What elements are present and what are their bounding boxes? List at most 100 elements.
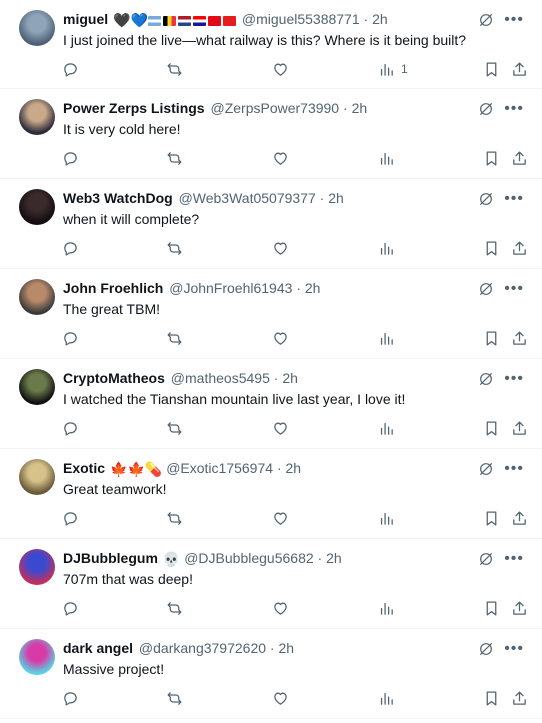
grok-icon[interactable] [478,101,494,117]
share-button[interactable] [511,327,528,349]
share-button[interactable] [511,417,528,439]
repost-button[interactable] [166,147,183,169]
views-button[interactable] [378,237,401,259]
repost-button[interactable] [166,237,183,259]
reply-button[interactable] [62,327,79,349]
bookmark-button[interactable] [483,147,500,169]
share-button[interactable] [511,687,528,709]
more-icon[interactable]: ••• [504,551,524,567]
avatar[interactable] [19,369,55,405]
share-button[interactable] [511,237,528,259]
views-button[interactable] [378,417,401,439]
share-button[interactable] [511,507,528,529]
bookmark-button[interactable] [483,327,500,349]
reply-post[interactable]: Web3 WatchDog @Web3Wat05079377 · 2h ••• … [0,179,542,269]
like-button[interactable] [272,147,289,169]
like-button[interactable] [272,237,289,259]
display-name[interactable]: dark angel [63,640,133,656]
reply-post[interactable]: Power Zerps Listings @ZerpsPower73990 · … [0,89,542,179]
avatar[interactable] [19,189,55,225]
repost-button[interactable] [166,507,183,529]
more-icon[interactable]: ••• [504,641,524,657]
bookmark-button[interactable] [483,687,500,709]
user-handle[interactable]: @miguel55388771 [242,11,360,27]
more-icon[interactable]: ••• [504,371,524,387]
grok-icon[interactable] [478,641,494,657]
reply-post[interactable]: Exotic 🍁🍁💊 @Exotic1756974 · 2h ••• Great … [0,449,542,539]
share-button[interactable] [511,58,528,80]
repost-button[interactable] [166,58,183,80]
grok-icon[interactable] [478,551,494,567]
avatar[interactable] [19,99,55,135]
views-button[interactable] [378,597,401,619]
bookmark-button[interactable] [483,417,500,439]
display-name[interactable]: Power Zerps Listings [63,100,205,116]
more-icon[interactable]: ••• [504,191,524,207]
views-button[interactable] [378,507,401,529]
avatar[interactable] [19,10,55,46]
display-name[interactable]: miguel [63,11,108,27]
reply-post[interactable]: CryptoMatheos @matheos5495 · 2h ••• I wa… [0,359,542,449]
repost-button[interactable] [166,687,183,709]
grok-icon[interactable] [478,281,494,297]
display-name[interactable]: John Froehlich [63,280,163,296]
bookmark-button[interactable] [483,58,500,80]
reply-button[interactable] [62,597,79,619]
timestamp[interactable]: 2h [352,100,368,116]
reply-post[interactable]: DJBubblegum 💀 @DJBubblegu56682 · 2h ••• 7… [0,539,542,629]
more-icon[interactable]: ••• [504,101,524,117]
bookmark-button[interactable] [483,597,500,619]
views-button[interactable]: 1 [378,58,408,80]
more-icon[interactable]: ••• [504,461,524,477]
reply-button[interactable] [62,507,79,529]
user-handle[interactable]: @matheos5495 [171,370,270,386]
more-icon[interactable]: ••• [504,12,524,28]
user-handle[interactable]: @ZerpsPower73990 [210,100,339,116]
reply-post[interactable]: miguel 🖤💙 @miguel55388771 · 2h ••• I just… [0,0,542,89]
like-button[interactable] [272,58,289,80]
reply-button[interactable] [62,147,79,169]
timestamp[interactable]: 2h [305,280,321,296]
like-button[interactable] [272,687,289,709]
reply-button[interactable] [62,237,79,259]
share-button[interactable] [511,597,528,619]
user-handle[interactable]: @JohnFroehl61943 [169,280,292,296]
views-button[interactable] [378,327,401,349]
user-handle[interactable]: @darkang37972620 [139,640,266,656]
grok-icon[interactable] [478,12,494,28]
avatar[interactable] [19,459,55,495]
user-handle[interactable]: @DJBubblegu56682 [184,550,313,566]
reply-button[interactable] [62,687,79,709]
repost-button[interactable] [166,417,183,439]
more-icon[interactable]: ••• [504,281,524,297]
views-button[interactable] [378,687,401,709]
avatar[interactable] [19,549,55,585]
timestamp[interactable]: 2h [286,460,302,476]
like-button[interactable] [272,507,289,529]
display-name[interactable]: Web3 WatchDog [63,190,173,206]
timestamp[interactable]: 2h [326,550,342,566]
user-handle[interactable]: @Exotic1756974 [166,460,273,476]
bookmark-button[interactable] [483,507,500,529]
display-name[interactable]: Exotic [63,460,105,476]
timestamp[interactable]: 2h [282,370,298,386]
like-button[interactable] [272,597,289,619]
timestamp[interactable]: 2h [278,640,294,656]
repost-button[interactable] [166,327,183,349]
display-name[interactable]: DJBubblegum [63,550,158,566]
bookmark-button[interactable] [483,237,500,259]
share-button[interactable] [511,147,528,169]
views-button[interactable] [378,147,401,169]
reply-button[interactable] [62,58,79,80]
like-button[interactable] [272,417,289,439]
display-name[interactable]: CryptoMatheos [63,370,165,386]
user-handle[interactable]: @Web3Wat05079377 [179,190,316,206]
like-button[interactable] [272,327,289,349]
timestamp[interactable]: 2h [372,11,388,27]
avatar[interactable] [19,639,55,675]
timestamp[interactable]: 2h [328,190,344,206]
grok-icon[interactable] [478,371,494,387]
repost-button[interactable] [166,597,183,619]
grok-icon[interactable] [478,461,494,477]
reply-post[interactable]: John Froehlich @JohnFroehl61943 · 2h •••… [0,269,542,359]
